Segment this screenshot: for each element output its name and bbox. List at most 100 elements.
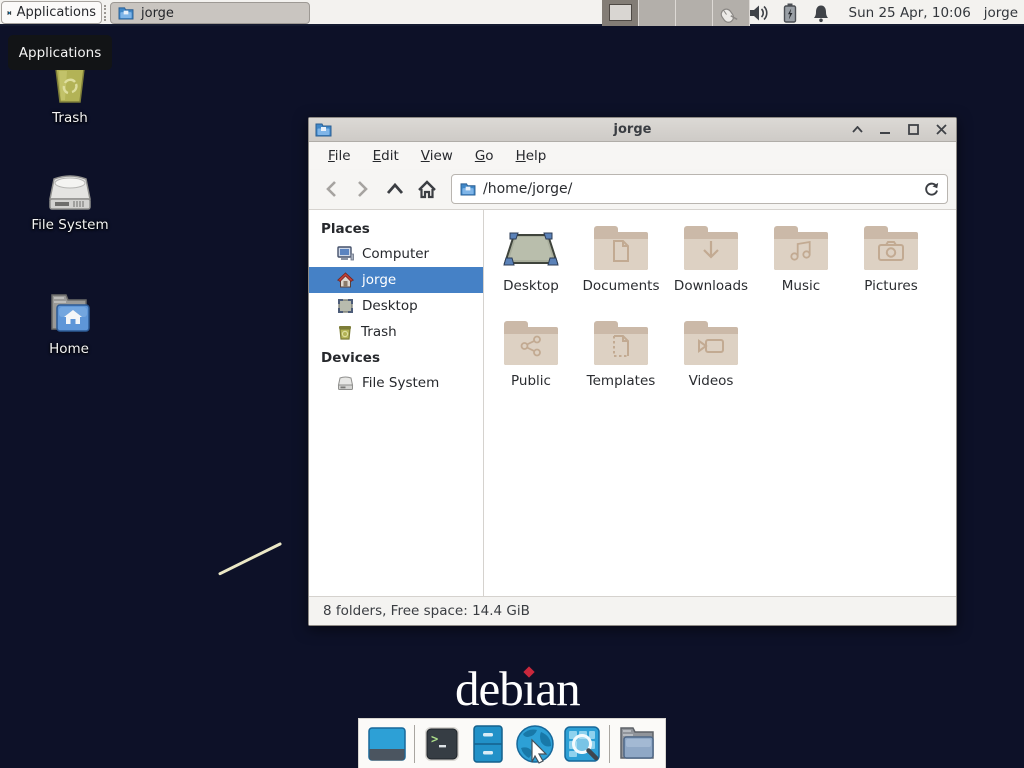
status-text: 8 folders, Free space: 14.4 GiB xyxy=(323,603,530,619)
folder-view: Desktop Documents Downloa xyxy=(484,210,956,596)
toolbar: /home/jorge/ xyxy=(309,169,956,210)
home-icon xyxy=(337,272,354,288)
taskbar-folder-icon xyxy=(118,6,134,20)
folder-item-public[interactable]: Public xyxy=(486,319,576,389)
shade-button[interactable] xyxy=(850,123,864,137)
desktop-icon-label: Home xyxy=(14,341,124,357)
home-button[interactable] xyxy=(413,175,441,203)
web-browser-launcher[interactable] xyxy=(515,724,555,764)
file-cabinet-launcher[interactable] xyxy=(469,724,509,764)
folder-item-desktop[interactable]: Desktop xyxy=(486,224,576,294)
folder-item-templates[interactable]: Templates xyxy=(576,319,666,389)
computer-icon xyxy=(337,246,354,262)
sidebar-item-desktop[interactable]: Desktop xyxy=(309,293,483,319)
statusbar: 8 folders, Free space: 14.4 GiB xyxy=(309,596,956,625)
sidebar-item-trash[interactable]: Trash xyxy=(309,319,483,345)
application-finder-launcher[interactable] xyxy=(562,724,602,764)
window-titlebar[interactable]: jorge xyxy=(309,118,956,142)
home-folder-icon xyxy=(44,291,94,337)
mouse-tray-icon[interactable] xyxy=(717,2,739,24)
top-panel: Applications jorge xyxy=(0,0,1024,26)
applications-menu-icon xyxy=(7,5,12,21)
desktop-icon-label: Trash xyxy=(15,110,125,126)
maximize-button[interactable] xyxy=(906,123,920,137)
folder-label: Downloads xyxy=(666,278,756,294)
menu-view[interactable]: View xyxy=(412,145,462,167)
volume-tray-icon[interactable] xyxy=(748,2,770,24)
menu-go[interactable]: Go xyxy=(466,145,503,167)
drive-small-icon xyxy=(337,376,354,391)
folder-item-music[interactable]: Music xyxy=(756,224,846,294)
terminal-launcher[interactable]: > xyxy=(422,724,462,764)
menu-help[interactable]: Help xyxy=(507,145,556,167)
hard-drive-icon xyxy=(46,173,94,213)
menubar: File Edit View Go Help xyxy=(309,142,956,169)
taskbar-item-label: jorge xyxy=(141,6,174,21)
templates-emblem xyxy=(612,335,630,357)
folder-item-downloads[interactable]: Downloads xyxy=(666,224,756,294)
stray-line-artifact xyxy=(218,542,282,576)
folder-icon xyxy=(617,726,657,762)
folder-item-videos[interactable]: Videos xyxy=(666,319,756,389)
show-desktop-icon xyxy=(368,725,406,763)
debian-logo-left: deb xyxy=(455,661,523,716)
folder-item-pictures[interactable]: Pictures xyxy=(846,224,936,294)
workspace-1[interactable] xyxy=(602,0,639,26)
sidebar-item-label: Desktop xyxy=(362,298,418,314)
web-browser-icon xyxy=(515,724,555,764)
location-path[interactable]: /home/jorge/ xyxy=(483,181,917,197)
debian-logo-right: an xyxy=(535,661,579,716)
menu-file[interactable]: File xyxy=(319,145,360,167)
workspace-3[interactable] xyxy=(676,0,713,26)
dock-separator xyxy=(414,725,415,763)
taskbar-item-jorge[interactable]: jorge xyxy=(110,2,310,24)
sidebar-item-label: Computer xyxy=(362,246,429,262)
dock: > xyxy=(358,718,666,768)
folder-label: Public xyxy=(486,373,576,389)
folder-item-documents[interactable]: Documents xyxy=(576,224,666,294)
workspace-2[interactable] xyxy=(639,0,676,26)
sidebar-item-label: jorge xyxy=(362,272,396,288)
desktop-icon-home[interactable]: Home xyxy=(14,291,124,357)
desktop-folder-icon xyxy=(502,228,560,270)
documents-emblem xyxy=(612,240,630,262)
file-cabinet-icon xyxy=(471,725,505,763)
battery-tray-icon[interactable] xyxy=(779,2,801,24)
desktop: debıan Trash File System xyxy=(0,0,1024,768)
directory-menu-launcher[interactable] xyxy=(617,724,657,764)
desktop-place-icon xyxy=(337,298,354,314)
menu-edit[interactable]: Edit xyxy=(364,145,408,167)
panel-clock[interactable]: Sun 25 Apr, 10:06 xyxy=(841,5,971,21)
panel-handle[interactable] xyxy=(104,5,107,21)
sidebar-item-jorge[interactable]: jorge xyxy=(309,267,483,293)
music-emblem xyxy=(790,241,812,261)
svg-text:>: > xyxy=(431,732,438,746)
notifications-tray-icon[interactable] xyxy=(810,2,832,24)
location-bar[interactable]: /home/jorge/ xyxy=(451,174,948,204)
minimize-button[interactable] xyxy=(878,123,892,137)
up-button[interactable] xyxy=(381,175,409,203)
sidebar-item-filesystem[interactable]: File System xyxy=(309,370,483,396)
applications-menu-label: Applications xyxy=(17,5,96,20)
public-emblem xyxy=(520,335,542,357)
folder-label: Music xyxy=(756,278,846,294)
desktop-icon-label: File System xyxy=(15,217,125,233)
system-tray: Sun 25 Apr, 10:06 jorge xyxy=(717,0,1024,26)
desktop-icon-filesystem[interactable]: File System xyxy=(15,173,125,233)
close-button[interactable] xyxy=(934,123,948,137)
reload-icon[interactable] xyxy=(924,181,939,197)
folder-label: Desktop xyxy=(486,278,576,294)
devices-header: Devices xyxy=(309,345,483,370)
terminal-icon: > xyxy=(423,725,461,763)
show-desktop-button[interactable] xyxy=(367,724,407,764)
application-finder-icon xyxy=(563,725,601,763)
sidebar-item-label: File System xyxy=(362,375,439,391)
location-folder-icon xyxy=(460,182,476,196)
panel-username[interactable]: jorge xyxy=(980,5,1018,21)
back-button[interactable] xyxy=(317,175,345,203)
forward-button[interactable] xyxy=(349,175,377,203)
sidebar: Places Computer jo xyxy=(309,210,484,596)
applications-menu-button[interactable]: Applications xyxy=(1,1,102,24)
sidebar-item-computer[interactable]: Computer xyxy=(309,241,483,267)
sidebar-item-label: Trash xyxy=(361,324,397,340)
